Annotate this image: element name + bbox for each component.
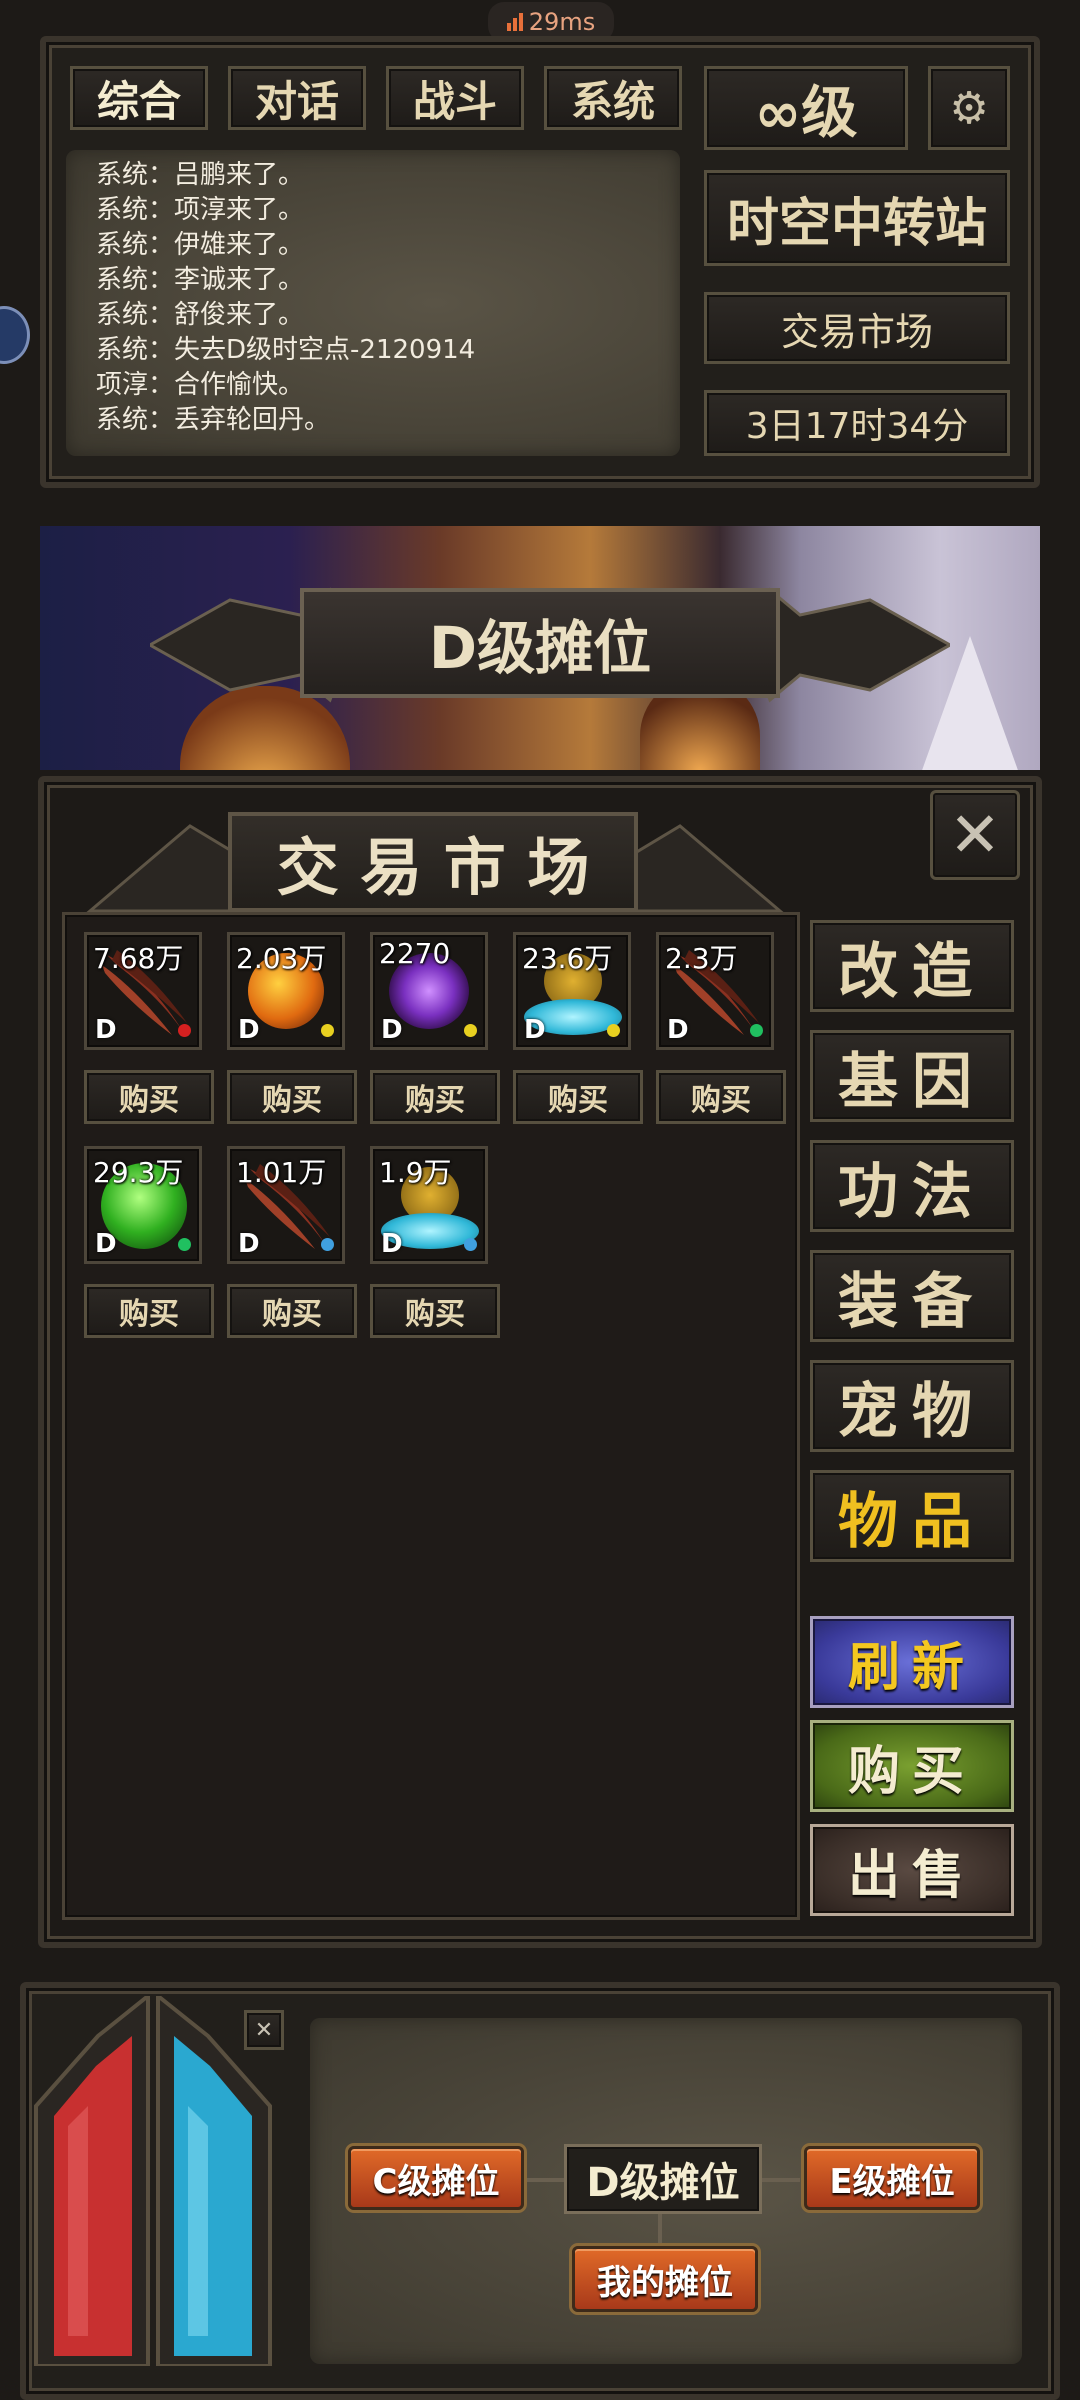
rarity-dot [321, 1024, 334, 1037]
rarity-dot [607, 1024, 620, 1037]
buy-item-button[interactable]: 购买 [370, 1070, 500, 1124]
item-price: 2.3万 [665, 942, 738, 975]
item-price: 1.01万 [236, 1156, 327, 1189]
item-price: 2.03万 [236, 942, 327, 975]
refresh-label: 刷新 [847, 1637, 976, 1698]
rarity-dot [321, 1238, 334, 1251]
item-slot[interactable]: 23.6万 D [513, 932, 631, 1050]
banner-title-plate: D级摊位 [300, 588, 780, 698]
chat-line: 系统：舒俊来了。 [96, 300, 305, 330]
item-slot[interactable]: 1.01万 D [227, 1146, 345, 1264]
area-name: 交易市场 [704, 292, 1010, 364]
rarity-dot [178, 1238, 191, 1251]
stall-d-current: D级摊位 [564, 2144, 762, 2214]
stall-e-button[interactable]: E级摊位 [804, 2146, 980, 2210]
item-slot[interactable]: 7.68万 D [84, 932, 202, 1050]
item-slot[interactable]: 2270 D [370, 932, 488, 1050]
player-level: ∞级 [704, 66, 908, 150]
buy-item-button[interactable]: 购买 [227, 1070, 357, 1124]
item-price: 1.9万 [379, 1156, 452, 1189]
buy-item-button[interactable]: 购买 [227, 1284, 357, 1338]
chat-line: 系统：李诚来了。 [96, 265, 305, 295]
tab-comprehensive[interactable]: 综合 [70, 66, 208, 130]
category-items[interactable]: 物品 [810, 1470, 1014, 1562]
rarity-dot [464, 1238, 477, 1251]
buy-action-button[interactable]: 购买 [810, 1720, 1014, 1812]
sell-button[interactable]: 出售 [810, 1824, 1014, 1916]
item-grade: D [95, 1015, 117, 1045]
item-grid [62, 912, 800, 1920]
rarity-dot [178, 1024, 191, 1037]
chat-line: 系统：吕鹏来了。 [96, 160, 305, 190]
buy-action-label: 购买 [847, 1741, 976, 1802]
item-grade: D [381, 1015, 403, 1045]
item-price: 7.68万 [93, 942, 184, 975]
item-grade: D [95, 1229, 117, 1259]
category-pet[interactable]: 宠物 [810, 1360, 1014, 1452]
close-button[interactable]: ✕ [930, 790, 1020, 880]
item-price: 29.3万 [93, 1156, 184, 1189]
item-price: 2270 [379, 937, 451, 970]
chat-log[interactable]: 系统：吕鹏来了。 系统：项淳来了。 系统：伊雄来了。 系统：李诚来了。 系统：舒… [66, 150, 680, 456]
location-title: 时空中转站 [704, 170, 1010, 266]
item-slot[interactable]: 2.03万 D [227, 932, 345, 1050]
category-skill[interactable]: 功法 [810, 1140, 1014, 1232]
tab-system[interactable]: 系统 [544, 66, 682, 130]
chat-line: 系统：失去D级时空点-2120914 [96, 335, 476, 365]
settings-button[interactable]: ⚙ [928, 66, 1010, 150]
signal-icon [506, 13, 523, 31]
market-title-plate: 交 易 市 场 [228, 812, 638, 912]
refresh-button[interactable]: 刷新 [810, 1616, 1014, 1708]
gear-icon: ⚙ [949, 82, 989, 134]
sell-label: 出售 [847, 1845, 976, 1906]
chat-line: 项淳：合作愉快。 [96, 370, 305, 400]
category-modify[interactable]: 改造 [810, 920, 1014, 1012]
tab-battle[interactable]: 战斗 [386, 66, 524, 130]
buy-item-button[interactable]: 购买 [656, 1070, 786, 1124]
stall-c-button[interactable]: C级摊位 [348, 2146, 524, 2210]
category-equipment[interactable]: 装备 [810, 1250, 1014, 1342]
chat-line: 系统：丢弃轮回丹。 [96, 405, 331, 435]
buy-item-button[interactable]: 购买 [513, 1070, 643, 1124]
my-stall-button[interactable]: 我的摊位 [572, 2246, 758, 2312]
category-gene[interactable]: 基因 [810, 1030, 1014, 1122]
buy-item-button[interactable]: 购买 [370, 1284, 500, 1338]
side-bubble[interactable] [0, 306, 30, 364]
item-grade: D [381, 1229, 403, 1259]
tab-dialogue[interactable]: 对话 [228, 66, 366, 130]
market-title: 交 易 市 场 [276, 831, 590, 904]
close-icon: ✕ [949, 798, 1001, 871]
ping-value: 29ms [528, 8, 596, 36]
buy-item-button[interactable]: 购买 [84, 1284, 214, 1338]
item-grade: D [524, 1015, 546, 1045]
item-grade: D [238, 1015, 260, 1045]
item-slot[interactable]: 1.9万 D [370, 1146, 488, 1264]
chat-line: 系统：伊雄来了。 [96, 230, 305, 260]
close-icon: ✕ [254, 2017, 274, 2043]
banner-title: D级摊位 [428, 614, 652, 682]
close-small-button[interactable]: ✕ [244, 2010, 284, 2050]
item-grade: D [238, 1229, 260, 1259]
item-grade: D [667, 1015, 689, 1045]
rarity-dot [750, 1024, 763, 1037]
item-slot[interactable]: 2.3万 D [656, 932, 774, 1050]
chat-line: 系统：项淳来了。 [96, 195, 305, 225]
item-slot[interactable]: 29.3万 D [84, 1146, 202, 1264]
item-price: 23.6万 [522, 942, 613, 975]
countdown-timer: 3日17时34分 [704, 390, 1010, 456]
buy-item-button[interactable]: 购买 [84, 1070, 214, 1124]
vitals-gauge [34, 1996, 272, 2366]
rarity-dot [464, 1024, 477, 1037]
